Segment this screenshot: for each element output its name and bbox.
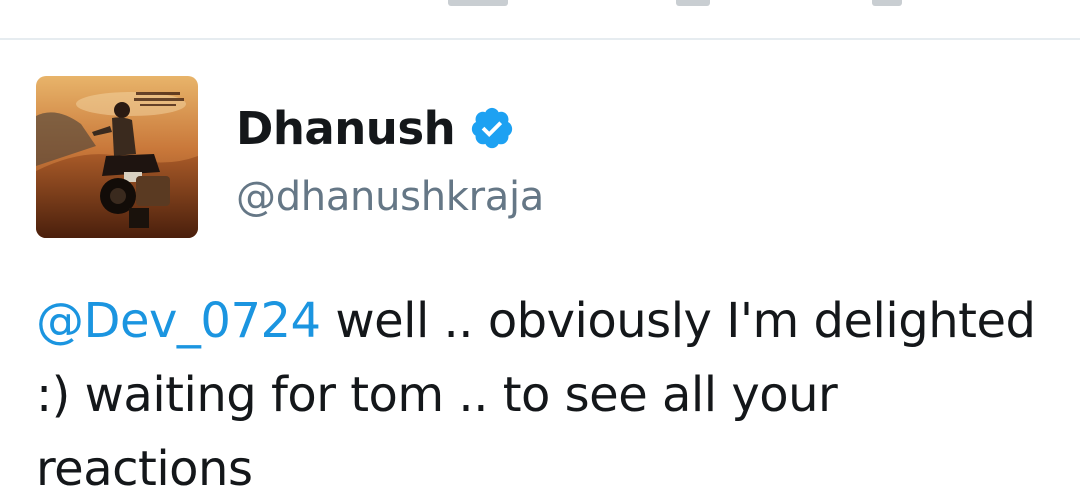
user-handle[interactable]: @dhanushkraja: [236, 174, 544, 220]
previous-tweet-cutoff: [0, 0, 1080, 38]
cutoff-glyph: [676, 0, 710, 6]
avatar-image: [36, 76, 198, 238]
verified-badge-icon: [469, 105, 515, 151]
display-name[interactable]: Dhanush: [236, 102, 456, 155]
name-row: Dhanush: [236, 100, 544, 156]
tweet-text: @Dev_0724 well .. obviously I'm delighte…: [36, 284, 1056, 495]
cutoff-glyph: [448, 0, 508, 6]
divider: [0, 38, 1080, 40]
cutoff-glyph: [872, 0, 902, 6]
avatar[interactable]: [36, 76, 198, 238]
mention-link[interactable]: @Dev_0724: [36, 293, 321, 349]
tweet-detail-view: Dhanush @dhanushkraja @Dev_0724 well .. …: [0, 0, 1080, 495]
tweet-author[interactable]: Dhanush @dhanushkraja: [236, 100, 544, 221]
